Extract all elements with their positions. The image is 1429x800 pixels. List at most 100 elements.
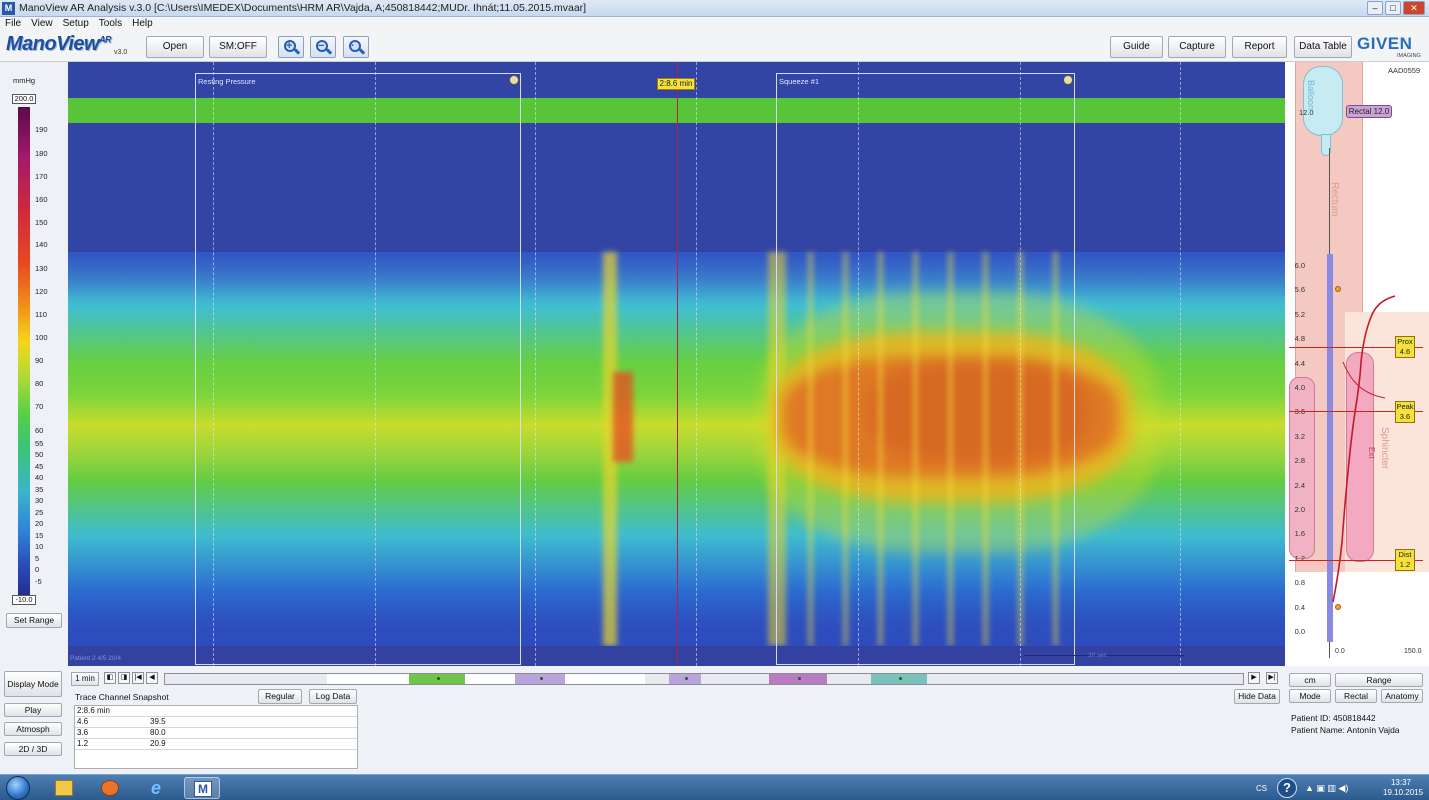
report-button[interactable]: Report xyxy=(1232,36,1287,58)
box-settings-icon[interactable] xyxy=(1063,75,1073,85)
help-icon[interactable]: ? xyxy=(1277,778,1297,798)
menu-view[interactable]: View xyxy=(31,17,53,31)
open-button[interactable]: Open xyxy=(146,36,204,58)
rectal-button[interactable]: Rectal xyxy=(1335,689,1377,703)
anatomy-panel[interactable]: Rectum Balloon AAD0559 12.0 Rectal 12.0 … xyxy=(1285,62,1429,666)
step-forward-icon[interactable]: ▶ xyxy=(1248,672,1260,684)
regular-button[interactable]: Regular xyxy=(258,689,302,704)
guide-button[interactable]: Guide xyxy=(1110,36,1163,58)
scale-max-field[interactable]: 200.0 xyxy=(12,94,36,104)
sensor-dot xyxy=(1335,286,1341,292)
timeline-segment[interactable] xyxy=(465,674,515,684)
menu-bar: File View Setup Tools Help xyxy=(0,17,1429,31)
capture-button[interactable]: Capture xyxy=(1168,36,1226,58)
zoom-timeline-out-icon[interactable]: ◨ xyxy=(118,672,130,684)
maximize-button[interactable]: □ xyxy=(1385,1,1401,15)
log-data-button[interactable]: Log Data xyxy=(309,689,357,704)
brand-text: GIVEN xyxy=(1357,34,1413,53)
start-orb-icon[interactable] xyxy=(6,776,30,800)
timeline-track[interactable] xyxy=(164,673,1244,685)
patient-id: Patient ID: 450818442 xyxy=(1291,713,1376,723)
sm-toggle-button[interactable]: SM:OFF xyxy=(209,36,267,58)
menu-help[interactable]: Help xyxy=(132,17,153,31)
timeline-segment[interactable] xyxy=(769,674,827,684)
explorer-icon xyxy=(55,780,73,796)
snapshot-table: 2:8.6 min 4.6 39.5 3.6 80.0 1.2 20.9 xyxy=(74,705,358,769)
resting-pressure-box[interactable]: Resting Pressure xyxy=(195,73,521,665)
play-button[interactable]: Play xyxy=(4,703,62,717)
timeline-segment[interactable] xyxy=(827,674,871,684)
atmosph-button[interactable]: Atmosph xyxy=(4,722,62,736)
close-button[interactable]: ✕ xyxy=(1403,1,1425,15)
time-gridline xyxy=(1180,62,1181,666)
mode-button[interactable]: Mode xyxy=(1289,689,1331,703)
scale-tick-label: 25 xyxy=(35,508,44,517)
scale-tick-label: -5 xyxy=(35,577,42,586)
zoom-reset-button[interactable]: · xyxy=(343,36,369,58)
taskbar-media-player[interactable] xyxy=(92,777,128,799)
scale-tick-label: 45 xyxy=(35,462,44,471)
prox-tag[interactable]: Prox 4.6 xyxy=(1395,336,1415,358)
pressure-topography-plot[interactable]: Resting Pressure Squeeze #1 2:8.6 min Pa… xyxy=(68,62,1285,666)
scale-tick-label: 55 xyxy=(35,439,44,448)
data-table-button[interactable]: Data Table xyxy=(1294,36,1352,58)
clock-date: 19.10.2015 xyxy=(1383,788,1424,797)
step-back-icon[interactable]: ◀ xyxy=(146,672,158,684)
map-stripe xyxy=(613,372,633,462)
peak-tag[interactable]: Peak 3.6 xyxy=(1395,401,1415,423)
language-indicator[interactable]: CS xyxy=(1256,784,1267,793)
prox-tag-label: Prox xyxy=(1397,337,1413,346)
scale-min-field[interactable]: -10.0 xyxy=(12,595,36,605)
timeline-segment[interactable] xyxy=(871,674,927,684)
menu-tools[interactable]: Tools xyxy=(99,17,122,31)
view-2d3d-button[interactable]: 2D / 3D xyxy=(4,742,62,756)
taskbar-internet-explorer[interactable]: e xyxy=(138,777,174,799)
snapshot-time-row: 2:8.6 min xyxy=(75,706,357,717)
pressure-colorbar xyxy=(18,107,30,597)
dist-tag-value: 1.2 xyxy=(1399,560,1411,569)
scale-tick-label: 160 xyxy=(35,195,48,204)
time-cursor[interactable] xyxy=(677,62,678,666)
segment-marker xyxy=(437,677,440,680)
hide-data-button[interactable]: Hide Data xyxy=(1234,689,1280,704)
scale-tick-label: 120 xyxy=(35,287,48,296)
cm-button[interactable]: cm xyxy=(1289,673,1331,687)
table-row: 1.2 20.9 xyxy=(75,739,357,750)
scale-tick-label: 110 xyxy=(35,310,47,319)
dist-tag[interactable]: Dist 1.2 xyxy=(1395,549,1415,571)
timeline-segment[interactable] xyxy=(669,674,701,684)
taskbar-explorer[interactable] xyxy=(46,777,82,799)
tray-icons[interactable]: ▲ ▣ ▥ ◀) xyxy=(1305,783,1348,794)
logo-word: ManoViewAR xyxy=(6,33,112,55)
timeline-segment[interactable] xyxy=(409,674,465,684)
box-settings-icon[interactable] xyxy=(509,75,519,85)
one-min-button[interactable]: 1 min xyxy=(71,672,99,686)
timeline-segment[interactable] xyxy=(327,674,409,684)
go-start-icon[interactable]: |◀ xyxy=(132,672,144,684)
squeeze-box[interactable]: Squeeze #1 xyxy=(776,73,1075,665)
zoom-out-button[interactable]: − xyxy=(310,36,336,58)
display-mode-button[interactable]: Display Mode xyxy=(4,671,62,697)
scale-tick-label: 40 xyxy=(35,473,44,482)
taskbar-manoview[interactable]: M xyxy=(184,777,220,799)
timeline-segment[interactable] xyxy=(645,674,669,684)
table-row: 4.6 39.5 xyxy=(75,717,357,728)
manoview-icon: M xyxy=(194,781,212,797)
clock[interactable]: 13:37 19.10.2015 xyxy=(1383,778,1423,798)
time-gridline xyxy=(535,62,536,666)
menu-file[interactable]: File xyxy=(5,17,21,31)
zoom-timeline-in-icon[interactable]: ◧ xyxy=(104,672,116,684)
set-range-button[interactable]: Set Range xyxy=(6,613,62,628)
anatomy-button[interactable]: Anatomy xyxy=(1381,689,1423,703)
prox-tag-value: 4.6 xyxy=(1399,347,1411,356)
minimize-button[interactable]: – xyxy=(1367,1,1383,15)
snapshot-pos: 3.6 xyxy=(77,728,89,737)
range-button[interactable]: Range xyxy=(1335,673,1423,687)
timeline-segment[interactable] xyxy=(565,674,645,684)
scale-tick-label: 50 xyxy=(35,450,44,459)
timeline-segment[interactable] xyxy=(701,674,769,684)
go-end-icon[interactable]: ▶| xyxy=(1266,672,1278,684)
timeline-segment[interactable] xyxy=(515,674,565,684)
zoom-in-button[interactable]: + xyxy=(278,36,304,58)
menu-setup[interactable]: Setup xyxy=(63,17,89,31)
